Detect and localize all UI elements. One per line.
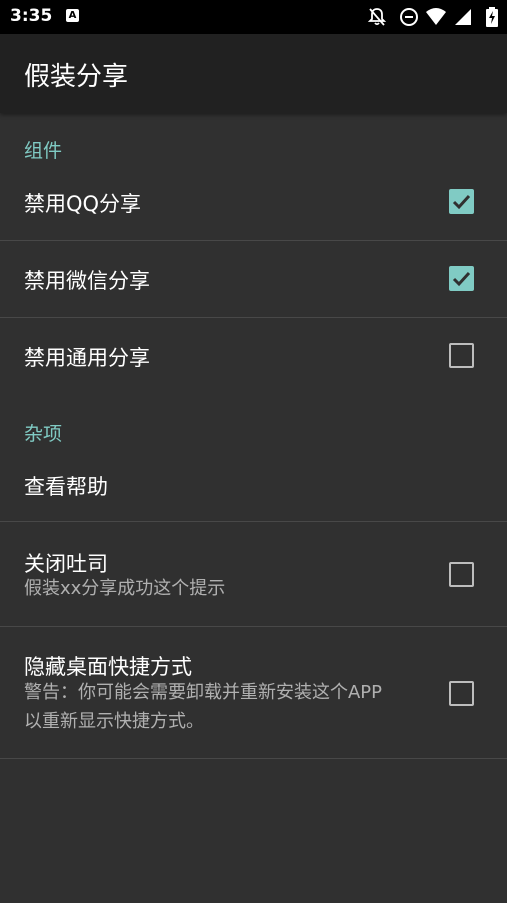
do-not-disturb-icon xyxy=(400,8,418,26)
category-misc-header: 杂项 xyxy=(24,423,63,445)
toolbar-title: 假装分享 xyxy=(24,62,129,92)
disable-wechat-share-checkbox[interactable] xyxy=(449,266,474,291)
pref-summary: 假装xx分享成功这个提示 xyxy=(24,578,226,599)
close-toast-checkbox[interactable] xyxy=(449,562,474,587)
status-bar: 3:35 A xyxy=(0,0,507,34)
pref-hide-desktop-shortcut[interactable]: 隐藏桌面快捷方式 警告：你可能会需要卸载并重新安装这个APP 以重新显示快捷方式… xyxy=(0,627,507,758)
check-icon xyxy=(452,271,471,287)
pref-summary-line2: 以重新显示快捷方式。 xyxy=(24,711,204,732)
cellular-signal-icon xyxy=(455,9,471,25)
wifi-icon xyxy=(426,8,446,25)
category-components-header: 组件 xyxy=(24,140,63,162)
pref-title: 禁用QQ分享 xyxy=(24,192,142,216)
pref-disable-general-share[interactable]: 禁用通用分享 xyxy=(0,318,507,394)
divider xyxy=(0,758,507,759)
disable-general-share-checkbox[interactable] xyxy=(449,343,474,368)
notifications-off-icon xyxy=(367,8,387,26)
pref-disable-qq-share[interactable]: 禁用QQ分享 xyxy=(0,163,507,240)
pref-title: 查看帮助 xyxy=(24,475,108,499)
pref-disable-wechat-share[interactable]: 禁用微信分享 xyxy=(0,241,507,317)
hide-desktop-shortcut-checkbox[interactable] xyxy=(449,681,474,706)
pref-title: 隐藏桌面快捷方式 xyxy=(24,655,192,679)
pref-title: 禁用微信分享 xyxy=(24,269,150,293)
pref-title: 关闭吐司 xyxy=(24,552,108,576)
disable-qq-share-checkbox[interactable] xyxy=(449,189,474,214)
app-toolbar: 假装分享 xyxy=(0,34,507,113)
pref-summary-line1: 警告：你可能会需要卸载并重新安装这个APP xyxy=(24,682,383,703)
battery-charging-icon xyxy=(486,7,498,27)
pref-close-toast[interactable]: 关闭吐司 假装xx分享成功这个提示 xyxy=(0,522,507,626)
pref-view-help[interactable]: 查看帮助 xyxy=(0,446,507,521)
a-icon: A xyxy=(66,9,79,22)
check-icon xyxy=(452,194,471,210)
status-time: 3:35 xyxy=(10,6,53,26)
pref-title: 禁用通用分享 xyxy=(24,346,150,370)
